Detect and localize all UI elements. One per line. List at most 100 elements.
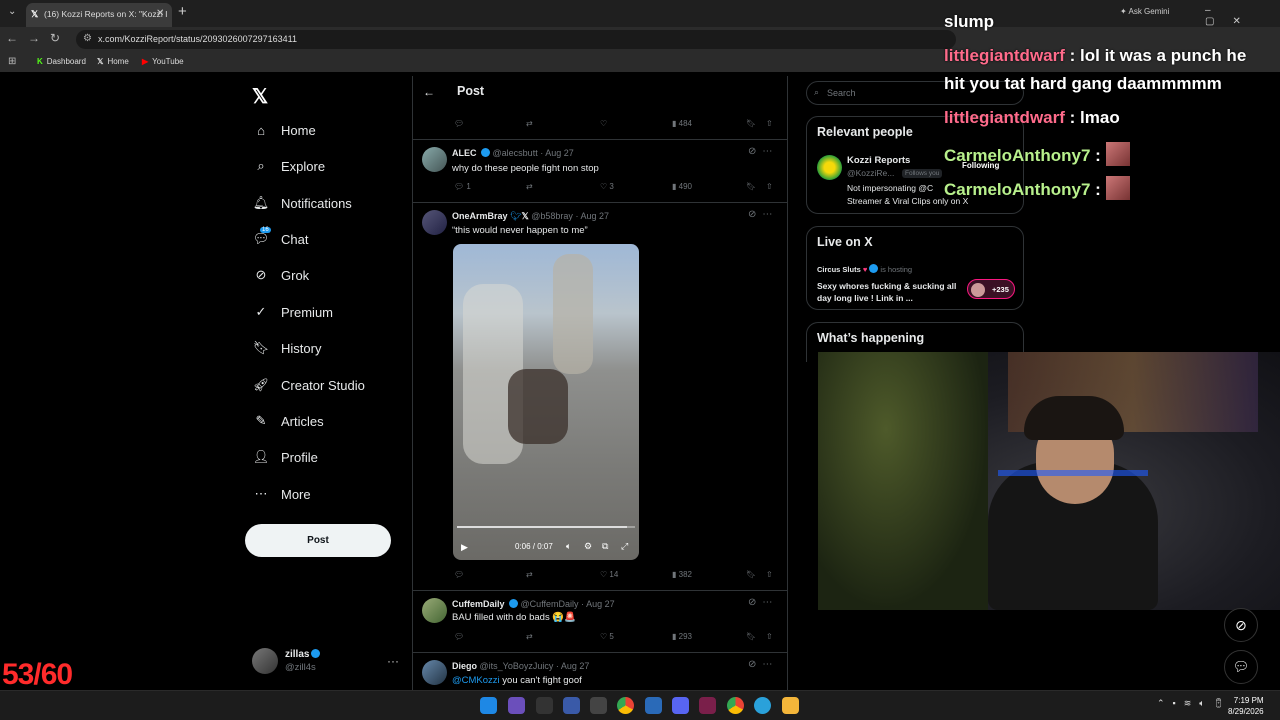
chrome-icon[interactable] — [727, 697, 744, 714]
app-icon[interactable] — [699, 697, 716, 714]
tab-menu-icon[interactable]: ⌄ — [8, 6, 16, 17]
system-tray[interactable]: ⌃▪≋🔈︎🔋︎ — [1157, 698, 1232, 709]
url-input[interactable]: ⚙ x.com/KozziReport/status/2093026007297… — [76, 30, 956, 49]
nav-more[interactable]: ⋯ More — [252, 483, 311, 505]
share-icon[interactable]: ⇧ — [766, 182, 773, 191]
live-host[interactable]: Circus Sluts ♥ is hosting — [817, 264, 912, 274]
bookmark-icon[interactable]: 🔖︎ — [746, 570, 756, 579]
bookmark-icon[interactable]: 🔖︎ — [746, 632, 756, 641]
x-logo-icon[interactable]: 𝕏 — [252, 84, 268, 109]
retweet-icon[interactable]: ⇄ — [526, 632, 533, 641]
tweet-handle[interactable]: @its_YoBoyzJuicy — [480, 661, 554, 671]
nav-grok[interactable]: ⊘ Grok — [252, 264, 310, 286]
play-icon[interactable]: ▶ — [461, 542, 468, 553]
pip-icon[interactable]: ⧉ — [602, 541, 608, 552]
chrome-icon[interactable] — [617, 697, 634, 714]
app-icon[interactable] — [536, 697, 553, 714]
mention-link[interactable]: @CMKozzi — [452, 675, 500, 686]
live-text[interactable]: Sexy whores fucking & sucking all day lo… — [817, 280, 962, 304]
browser-tab[interactable]: 𝕏 (16) Kozzi Reports on X: "Kozzi I ✕ — [26, 3, 172, 27]
nav-home[interactable]: ⌂ Home — [252, 119, 316, 141]
share-icon[interactable]: ⇧ — [766, 632, 773, 641]
retweet-icon[interactable]: ⇄ — [526, 182, 533, 191]
app-icon[interactable] — [508, 697, 525, 714]
video-player[interactable]: ▶ 0:06 / 0:07 🔈︎ ⚙ ⧉ ⤢ — [453, 244, 639, 560]
nav-history[interactable]: 🔖︎ History — [252, 337, 322, 359]
tweet-more-icon[interactable]: ⊘⋯ — [748, 146, 778, 157]
like-icon[interactable]: ♡ 14 — [600, 570, 618, 579]
nav-articles[interactable]: ✎ Articles — [252, 410, 324, 432]
retweet-icon[interactable]: ⇄ — [526, 570, 533, 579]
bookmark-dashboard[interactable]: K Dashboard — [37, 57, 86, 66]
grok-float-icon[interactable]: ⊘ — [1224, 608, 1258, 642]
app-icon[interactable] — [590, 697, 607, 714]
reply-icon[interactable]: 💬︎ — [454, 632, 464, 641]
avatar[interactable] — [422, 660, 447, 685]
nav-explore[interactable]: ⌕ Explore — [252, 155, 325, 177]
tweet-more-icon[interactable]: ⊘⋯ — [748, 209, 778, 220]
tweet-author[interactable]: CuffemDaily — [452, 599, 505, 609]
share-icon[interactable]: ⇧ — [766, 570, 773, 579]
nav-notifications[interactable]: 🔔︎ Notifications — [252, 192, 352, 214]
live-listeners[interactable]: +235 — [967, 279, 1015, 299]
tweet-author[interactable]: OneArmBray — [452, 211, 508, 221]
ask-gemini-button[interactable]: ✦ Ask Gemini — [1120, 7, 1169, 16]
settings-icon[interactable]: ⚙ — [584, 541, 592, 552]
bookmark-icon[interactable]: 🔖︎ — [746, 119, 756, 128]
views-icon[interactable]: ▮ 490 — [672, 182, 692, 191]
clock[interactable]: 7:19 PM 8/29/2026 — [1228, 695, 1264, 717]
back-arrow-icon[interactable]: ← — [423, 85, 435, 99]
app-icon[interactable] — [563, 697, 580, 714]
avatar[interactable] — [817, 155, 842, 180]
nav-chat[interactable]: 💬︎ 16 Chat — [252, 227, 308, 250]
reply-icon[interactable]: 💬︎ 1 — [454, 182, 471, 191]
share-icon[interactable]: ⇧ — [766, 119, 773, 128]
reply-icon[interactable]: 💬︎ — [454, 570, 464, 579]
relevant-handle[interactable]: @KozziRe... — [847, 168, 894, 178]
avatar[interactable] — [422, 210, 447, 235]
following-label[interactable]: Following — [962, 161, 999, 170]
views-icon[interactable]: ▮ 484 — [672, 119, 692, 128]
tweet-handle[interactable]: @alecsbutt — [493, 148, 538, 158]
tweet-more-icon[interactable]: ⊘⋯ — [748, 659, 778, 670]
vscode-icon[interactable] — [645, 697, 662, 714]
account-more-icon[interactable]: ··· — [387, 654, 399, 668]
site-info-icon[interactable]: ⚙ — [83, 33, 92, 44]
fullscreen-icon[interactable]: ⤢ — [621, 541, 628, 552]
post-button[interactable]: Post — [245, 524, 391, 557]
tweet-more-icon[interactable]: ⊘⋯ — [748, 597, 778, 608]
tweet-handle[interactable]: @b58bray — [531, 211, 573, 221]
tweet-author[interactable]: Diego — [452, 661, 477, 671]
new-tab-icon[interactable]: + — [178, 3, 187, 20]
account-name[interactable]: zillas — [285, 649, 321, 660]
telegram-icon[interactable] — [754, 697, 771, 714]
navigation-buttons[interactable]: ←→↻ — [6, 31, 70, 45]
nav-profile[interactable]: 👤︎ Profile — [252, 446, 318, 468]
tweet-author[interactable]: ALEC — [452, 148, 477, 158]
retweet-icon[interactable]: ⇄ — [526, 119, 533, 128]
tweet-date[interactable]: Aug 27 — [580, 211, 609, 221]
like-icon[interactable]: ♡ — [600, 119, 607, 128]
avatar[interactable] — [252, 648, 278, 674]
reply-icon[interactable]: 💬︎ — [454, 119, 464, 128]
avatar[interactable] — [422, 147, 447, 172]
views-icon[interactable]: ▮ 293 — [672, 632, 692, 641]
nav-premium[interactable]: ✓ Premium — [252, 301, 333, 323]
tweet-date[interactable]: Aug 27 — [561, 661, 590, 671]
messages-float-icon[interactable]: 💬︎ — [1224, 650, 1258, 684]
bookmark-youtube[interactable]: ▶ YouTube — [142, 57, 184, 66]
bookmark-home[interactable]: 𝕏 Home — [97, 57, 129, 66]
tweet-date[interactable]: Aug 27 — [586, 599, 615, 609]
close-tab-icon[interactable]: ✕ — [156, 8, 164, 19]
tweet-date[interactable]: Aug 27 — [545, 148, 574, 158]
folder-icon[interactable] — [782, 697, 799, 714]
relevant-name[interactable]: Kozzi Reports — [847, 155, 910, 166]
window-controls[interactable]: –▢✕ — [1205, 5, 1280, 27]
like-icon[interactable]: ♡ 3 — [600, 182, 614, 191]
like-icon[interactable]: ♡ 5 — [600, 632, 614, 641]
start-icon[interactable] — [480, 697, 497, 714]
volume-icon[interactable]: 🔈︎ — [566, 541, 571, 552]
discord-icon[interactable] — [672, 697, 689, 714]
bookmark-icon[interactable]: 🔖︎ — [746, 182, 756, 191]
avatar[interactable] — [422, 598, 447, 623]
